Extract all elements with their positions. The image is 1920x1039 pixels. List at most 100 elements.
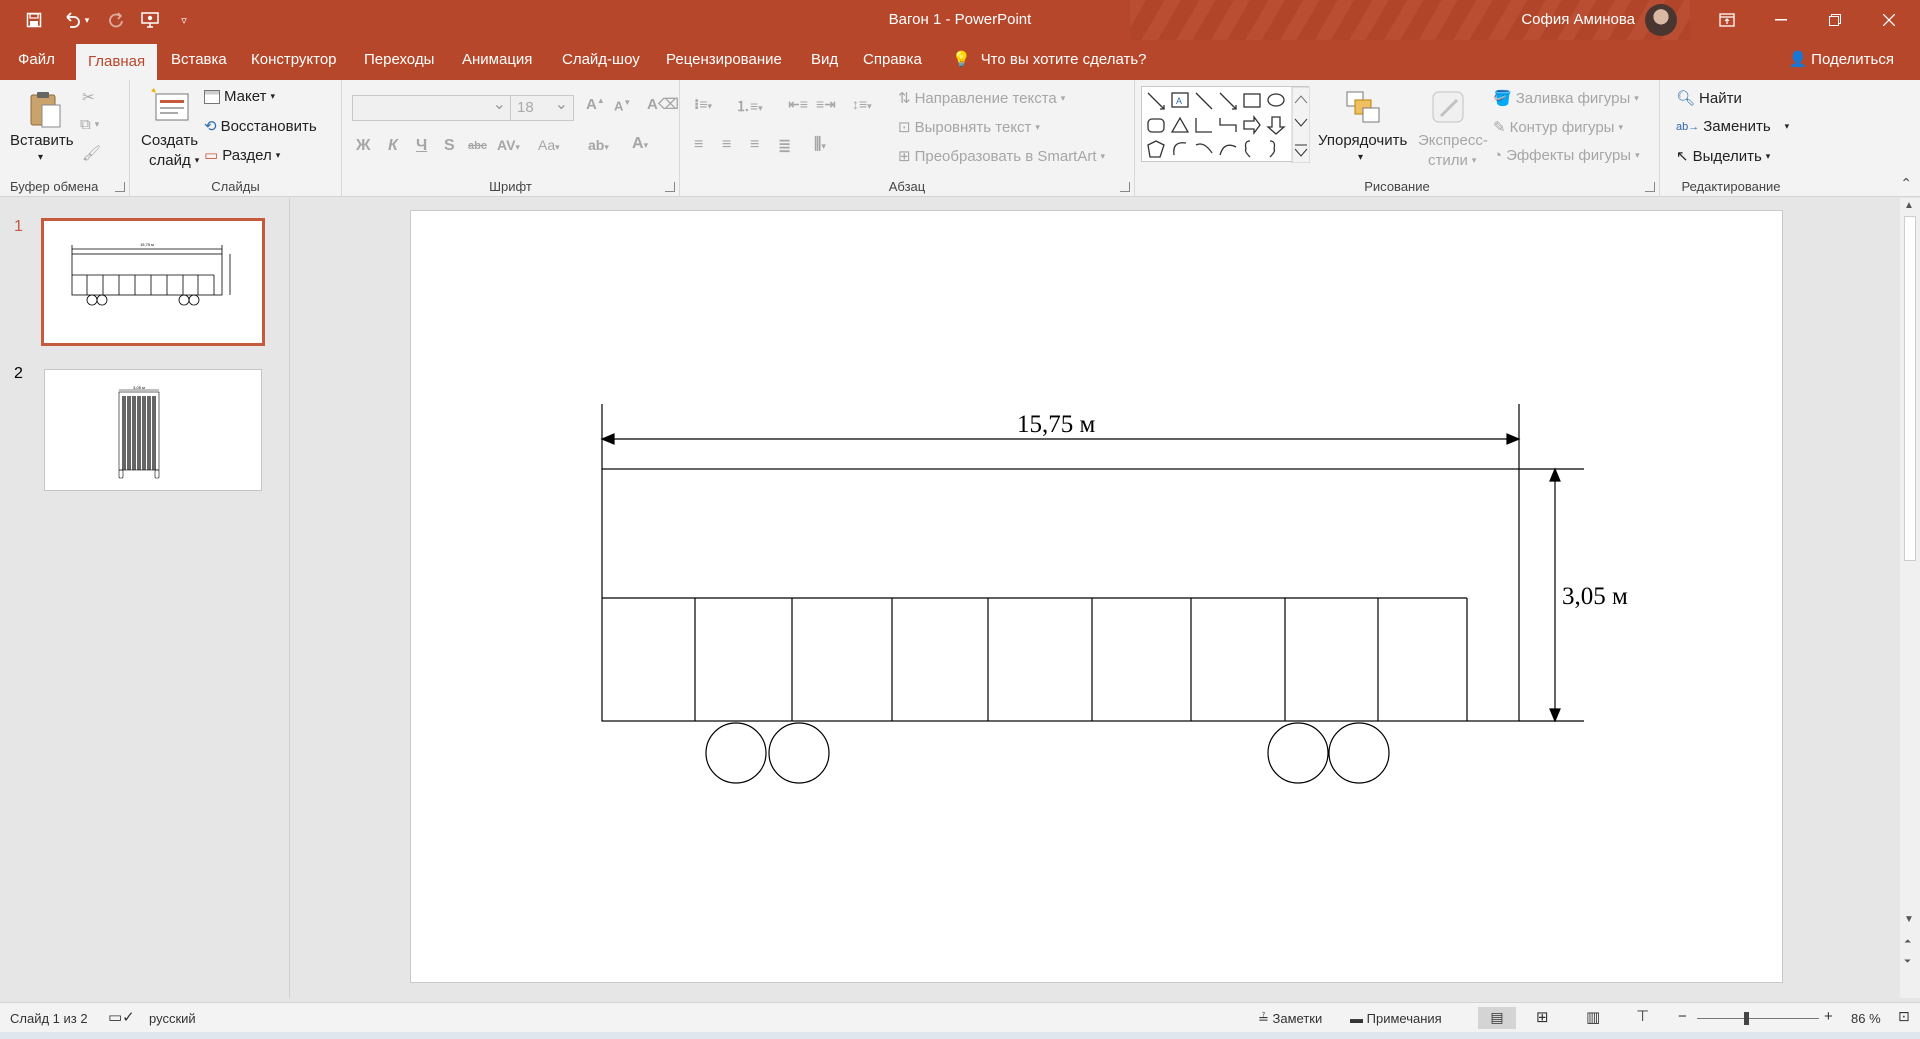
close-icon[interactable]: [1866, 0, 1912, 40]
columns-icon[interactable]: ⫼▾: [814, 136, 826, 154]
restore-icon[interactable]: [1812, 0, 1858, 40]
next-slide-icon[interactable]: ⏷: [1904, 956, 1911, 967]
layout-button[interactable]: Макет ▾: [204, 88, 275, 105]
clipboard-launcher-icon[interactable]: [115, 182, 125, 192]
scroll-thumb[interactable]: [1904, 216, 1916, 561]
shape-effects-button[interactable]: ◔ Эффекты фигуры ▾: [1493, 147, 1640, 164]
character-spacing-icon[interactable]: AV▾: [497, 137, 520, 153]
tell-me-search[interactable]: 💡 Что вы хотите сделать?: [952, 40, 1147, 80]
shapes-gallery[interactable]: A: [1141, 86, 1310, 163]
quick-styles-label-1[interactable]: Экспресс-: [1418, 132, 1488, 149]
width-dimension-label[interactable]: 15,75 м: [1017, 411, 1095, 439]
paste-icon[interactable]: [28, 90, 64, 128]
align-right-icon[interactable]: ≡: [750, 136, 759, 154]
paragraph-launcher-icon[interactable]: [1120, 182, 1130, 192]
quick-styles-button[interactable]: стили ▾: [1428, 152, 1476, 169]
previous-slide-icon[interactable]: ⏶: [1904, 936, 1911, 947]
decrease-font-icon[interactable]: A▼: [614, 98, 631, 113]
normal-view-icon[interactable]: ▤: [1478, 1007, 1516, 1029]
tab-design[interactable]: Конструктор: [239, 40, 349, 80]
avatar[interactable]: [1645, 4, 1677, 36]
shape-outline-button[interactable]: ✎ Контур фигуры ▾: [1493, 118, 1623, 137]
increase-indent-icon[interactable]: ≡⇥: [816, 96, 836, 113]
tab-transitions[interactable]: Переходы: [352, 40, 446, 80]
format-painter-icon[interactable]: 🖌: [82, 144, 101, 162]
tab-help[interactable]: Справка: [851, 40, 934, 80]
notes-button[interactable]: ≟ Заметки: [1258, 1011, 1322, 1027]
tab-review[interactable]: Рецензирование: [654, 40, 794, 80]
select-button[interactable]: ↖ Выделить ▾: [1676, 147, 1770, 166]
tab-slideshow[interactable]: Слайд-шоу: [550, 40, 652, 80]
align-text-button[interactable]: ⊡ Выровнять текст ▾: [898, 118, 1040, 137]
slideshow-view-icon[interactable]: ⊤: [1636, 1007, 1649, 1025]
line-spacing-icon[interactable]: ↕≡▾: [852, 96, 872, 112]
zoom-in-icon[interactable]: +: [1824, 1008, 1833, 1025]
smartart-button[interactable]: ⊞ Преобразовать в SmartArt ▾: [898, 147, 1105, 166]
spell-check-icon[interactable]: ▭✓: [108, 1008, 135, 1026]
language-indicator[interactable]: русский: [149, 1011, 196, 1026]
find-button[interactable]: 🔍︎ Найти: [1676, 89, 1742, 108]
wheel-4[interactable]: [1328, 722, 1390, 784]
replace-button[interactable]: ab→ Заменить ▾: [1676, 118, 1789, 135]
new-slide-label-1[interactable]: Создать: [141, 132, 198, 149]
minimize-icon[interactable]: [1758, 0, 1804, 40]
paste-dropdown-icon[interactable]: ▾: [38, 152, 43, 163]
underline-icon[interactable]: Ч: [416, 137, 427, 155]
font-name-box[interactable]: [352, 94, 512, 121]
tab-home[interactable]: Главная: [76, 44, 158, 80]
height-dimension-label[interactable]: 3,05 м: [1562, 583, 1628, 611]
copy-icon[interactable]: ⧉ ▾: [80, 116, 99, 133]
comments-button[interactable]: ▬ Примечания: [1350, 1011, 1442, 1026]
slide-thumbnail-1[interactable]: 15,75 м: [41, 218, 265, 346]
change-case-icon[interactable]: Aa▾: [538, 137, 560, 153]
cut-icon[interactable]: ✂: [82, 88, 95, 106]
decrease-indent-icon[interactable]: ⇤≡: [788, 96, 808, 113]
scroll-up-icon[interactable]: ▲: [1904, 200, 1914, 211]
bullets-icon[interactable]: ⁝≡▾: [694, 96, 712, 113]
numbering-icon[interactable]: ⒈≡▾: [736, 96, 763, 116]
increase-font-icon[interactable]: A▲: [586, 96, 605, 113]
collapse-ribbon-icon[interactable]: ⌃: [1900, 175, 1912, 192]
quick-styles-icon[interactable]: [1431, 90, 1467, 126]
justify-icon[interactable]: ≣: [778, 136, 791, 156]
tab-insert[interactable]: Вставка: [159, 40, 239, 80]
font-size-box[interactable]: 18: [510, 94, 574, 121]
reset-button[interactable]: ⟲ Восстановить: [204, 117, 317, 136]
wheel-1[interactable]: [705, 722, 767, 784]
shape-fill-button[interactable]: 🪣 Заливка фигуры ▾: [1493, 89, 1639, 108]
slide-thumbnail-2[interactable]: 3,05 м: [44, 369, 262, 491]
scroll-down-icon[interactable]: ▼: [1904, 914, 1914, 925]
highlight-icon[interactable]: ab▾: [588, 137, 609, 153]
align-left-icon[interactable]: ≡: [694, 136, 703, 154]
new-slide-button[interactable]: слайд ▾: [149, 152, 199, 169]
text-direction-button[interactable]: ⇅ Направление текста ▾: [898, 89, 1065, 108]
fit-to-window-icon[interactable]: ⊡: [1898, 1008, 1910, 1025]
paste-button[interactable]: Вставить: [10, 132, 74, 149]
arrange-icon[interactable]: [1345, 90, 1381, 126]
zoom-out-icon[interactable]: −: [1678, 1008, 1687, 1025]
section-button[interactable]: ▭ Раздел ▾: [204, 146, 280, 165]
font-launcher-icon[interactable]: [665, 182, 675, 192]
user-name[interactable]: София Аминова: [1521, 11, 1635, 28]
arrange-dropdown-icon[interactable]: ▾: [1358, 152, 1363, 163]
wagon-body[interactable]: [601, 468, 1520, 722]
font-color-icon[interactable]: A▾: [632, 135, 648, 153]
zoom-level[interactable]: 86 %: [1851, 1011, 1881, 1026]
italic-icon[interactable]: К: [388, 137, 398, 155]
align-center-icon[interactable]: ≡: [722, 136, 731, 154]
clear-formatting-icon[interactable]: A⌫: [647, 95, 679, 113]
drawing-launcher-icon[interactable]: [1645, 182, 1655, 192]
text-shadow-icon[interactable]: S: [444, 137, 455, 155]
tab-file[interactable]: Файл: [6, 40, 67, 80]
wheel-3[interactable]: [1267, 722, 1329, 784]
share-button[interactable]: 👤 Поделиться: [1788, 40, 1894, 80]
reading-view-icon[interactable]: ▥: [1586, 1008, 1600, 1026]
wheel-2[interactable]: [768, 722, 830, 784]
new-slide-icon[interactable]: [150, 88, 189, 124]
strikethrough-icon[interactable]: abc: [468, 140, 487, 152]
ribbon-display-options-icon[interactable]: [1704, 0, 1750, 40]
tab-view[interactable]: Вид: [799, 40, 850, 80]
slide-canvas[interactable]: 15,75 м 3,05 м: [410, 210, 1783, 983]
vertical-scrollbar[interactable]: ▲ ▼ ⏶ ⏷: [1900, 198, 1920, 998]
tab-animations[interactable]: Анимация: [450, 40, 544, 80]
